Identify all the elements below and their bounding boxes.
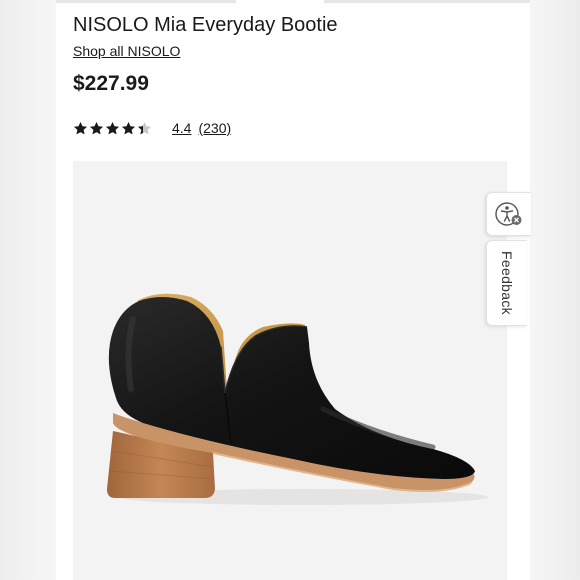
rating-summary[interactable]: 4.4 (230)	[73, 117, 231, 139]
shop-all-brand-link[interactable]: Shop all NISOLO	[73, 43, 180, 59]
accessibility-icon	[495, 202, 522, 226]
star-icon	[89, 121, 104, 134]
product-page: NISOLO Mia Everyday Bootie Shop all NISO…	[56, 0, 531, 580]
star-icon	[121, 121, 136, 134]
top-divider	[56, 0, 530, 4]
product-image[interactable]	[73, 161, 507, 580]
product-title: NISOLO Mia Everyday Bootie	[73, 14, 338, 36]
star-icon	[73, 121, 88, 134]
feedback-tab[interactable]: Feedback	[486, 240, 527, 326]
rating-value-link[interactable]: 4.4	[172, 120, 191, 136]
star-icon	[105, 121, 120, 134]
accessibility-button[interactable]	[486, 192, 531, 236]
left-backdrop	[0, 0, 56, 580]
star-icon	[137, 121, 152, 134]
review-count-link[interactable]: (230)	[198, 120, 231, 136]
right-backdrop	[530, 0, 580, 580]
bootie-illustration	[107, 293, 488, 505]
product-price: $227.99	[73, 72, 149, 95]
star-rating	[73, 121, 153, 136]
feedback-label: Feedback	[499, 251, 516, 315]
